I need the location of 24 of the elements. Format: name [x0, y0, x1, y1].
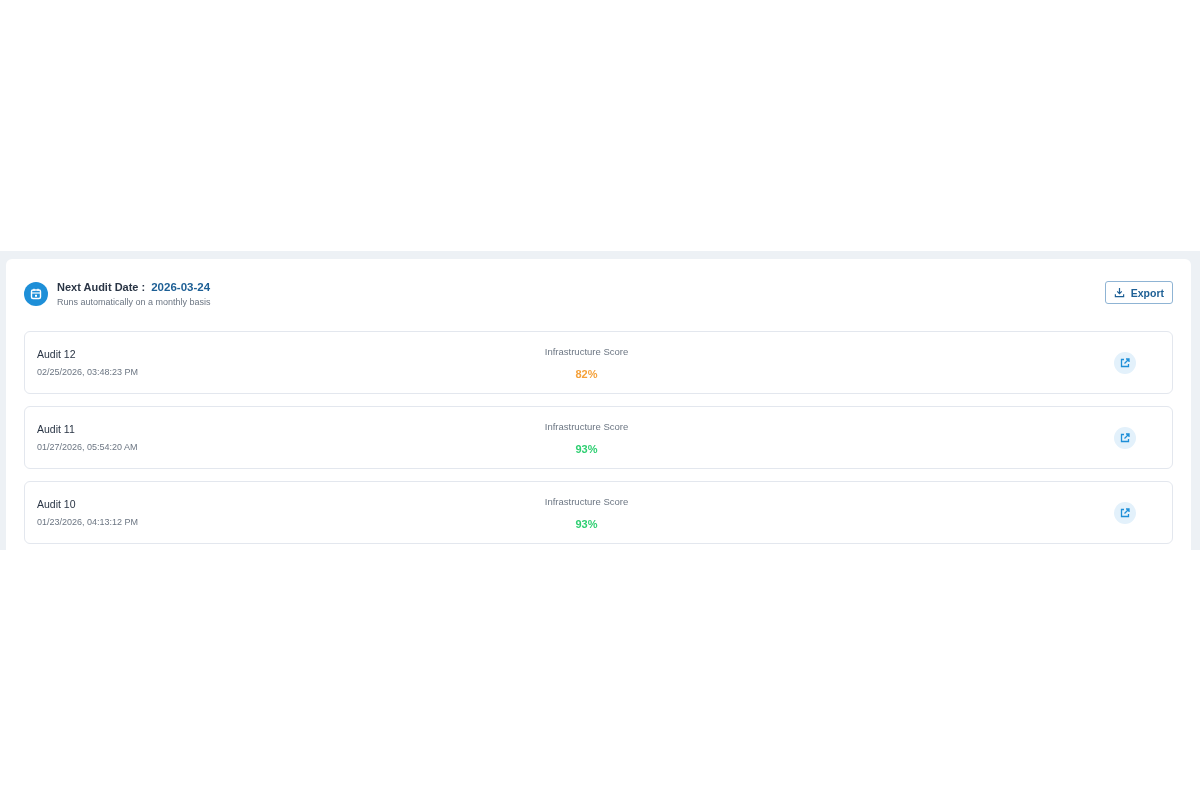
score-value: 93% — [575, 442, 598, 455]
external-link-icon — [1119, 356, 1131, 369]
schedule-note: Runs automatically on a monthly basis — [57, 297, 211, 307]
score-label: Infrastructure Score — [544, 345, 629, 357]
audit-title: Audit 10 — [37, 498, 77, 510]
score-label: Infrastructure Score — [544, 420, 629, 432]
audit-timestamp: 02/25/2026, 03:48:23 PM — [37, 367, 140, 377]
external-link-icon — [1119, 506, 1131, 519]
score-value: 82% — [575, 367, 598, 380]
score-label: Infrastructure Score — [544, 495, 629, 507]
export-button[interactable]: Export — [1104, 281, 1173, 304]
audit-timestamp: 01/23/2026, 04:13:12 PM — [37, 517, 140, 527]
external-link-icon — [1119, 431, 1131, 444]
audit-timestamp: 01/27/2026, 05:54:20 AM — [37, 442, 139, 452]
score-value: 93% — [575, 517, 598, 530]
audit-title: Audit 11 — [37, 423, 76, 435]
open-external-button[interactable] — [1114, 501, 1136, 524]
download-icon — [1113, 287, 1125, 298]
open-external-button[interactable] — [1114, 351, 1136, 374]
audit-title: Audit 12 — [37, 348, 77, 360]
calendar-icon — [24, 282, 48, 306]
next-audit-date: 2026-03-24 — [151, 281, 211, 293]
next-audit-label: Next Audit Date : — [57, 281, 146, 293]
open-external-button[interactable] — [1114, 426, 1136, 449]
